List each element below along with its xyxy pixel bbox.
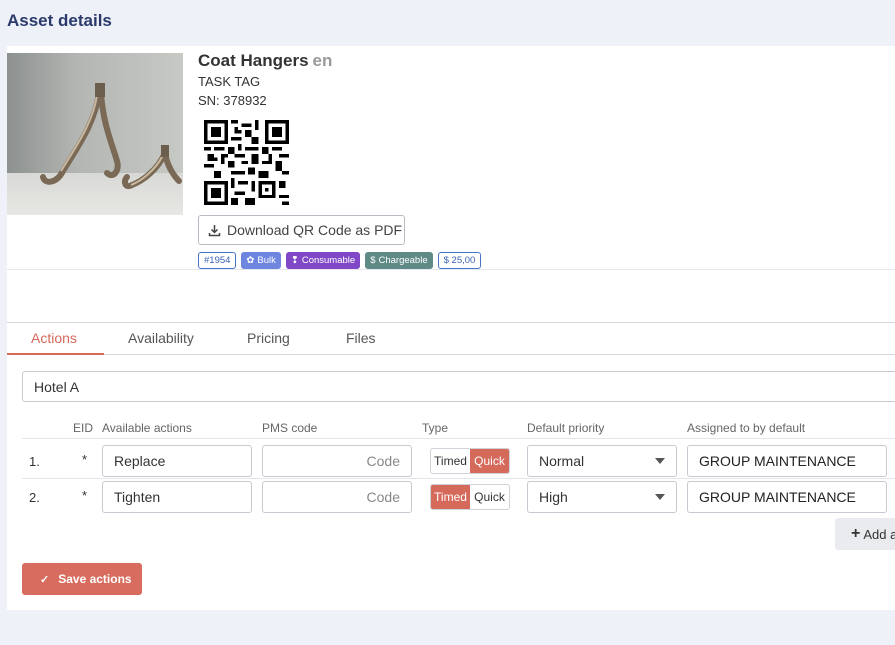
- eid-marker: *: [82, 488, 88, 503]
- priority-select[interactable]: High: [527, 481, 677, 513]
- chevron-down-icon: [655, 494, 665, 500]
- asset-badges: #1954 ✿ Bulk ❢ Consumable $ Chargeable $ 25…: [198, 252, 482, 269]
- asset-name-text: Coat Hangers: [198, 51, 309, 70]
- save-actions-label: Save actions: [58, 572, 132, 586]
- type-timed-option[interactable]: Timed: [431, 485, 470, 509]
- consumable-icon: ❢: [290, 255, 299, 266]
- row-divider: [22, 438, 895, 439]
- priority-value: Normal: [539, 453, 585, 469]
- eid-marker: *: [82, 452, 88, 467]
- priority-value: High: [539, 489, 568, 505]
- download-qr-button[interactable]: Download QR Code as PDF: [198, 215, 405, 245]
- asset-tag: TASK TAG: [198, 74, 261, 89]
- action-name-input[interactable]: Replace: [102, 445, 252, 477]
- type-toggle: Timed Quick: [430, 484, 510, 510]
- price-badge: $ 25,00: [437, 252, 482, 269]
- add-action-button[interactable]: + Add a: [835, 518, 895, 550]
- column-header-eid: EID: [73, 421, 94, 435]
- tab-bar: Actions Availability Pricing Files: [7, 324, 895, 355]
- priority-select[interactable]: Normal: [527, 445, 677, 477]
- divider: [7, 269, 895, 270]
- chargeable-badge: $ Chargeable: [365, 252, 433, 269]
- chevron-down-icon: [655, 458, 665, 464]
- asset-card: Coat Hangers en TASK TAG SN: 378932 Down…: [7, 46, 895, 610]
- bulk-icon: ✿: [246, 255, 255, 266]
- bulk-badge: ✿ Bulk: [241, 252, 281, 269]
- active-tab-indicator: [7, 353, 104, 355]
- chargeable-label: Chargeable: [378, 255, 428, 266]
- tab-availability[interactable]: Availability: [128, 330, 194, 346]
- plus-icon: +: [851, 525, 861, 542]
- language-label: en: [312, 51, 333, 70]
- location-select[interactable]: Hotel A: [22, 371, 895, 402]
- column-header-pms: PMS code: [262, 421, 318, 435]
- column-header-assigned: Assigned to by default: [687, 421, 806, 435]
- tab-actions[interactable]: Actions: [31, 330, 77, 346]
- action-name-input[interactable]: Tighten: [102, 481, 252, 513]
- check-icon: ✓: [40, 573, 50, 586]
- pms-code-input[interactable]: Code: [262, 481, 412, 513]
- row-number: 1.: [29, 454, 40, 469]
- divider: [7, 322, 895, 323]
- column-header-priority: Default priority: [527, 421, 605, 435]
- asset-id-badge: #1954: [198, 252, 237, 269]
- assignee-select[interactable]: GROUP MAINTENANCE: [687, 445, 887, 477]
- dollar-icon: $: [370, 255, 376, 266]
- download-icon: [208, 224, 221, 236]
- tab-files[interactable]: Files: [346, 330, 376, 346]
- row-number: 2.: [29, 490, 40, 505]
- column-header-actions: Available actions: [102, 421, 192, 435]
- type-quick-option[interactable]: Quick: [470, 449, 509, 473]
- qr-code: [204, 120, 289, 205]
- type-timed-option[interactable]: Timed: [431, 449, 470, 473]
- consumable-badge: ❢ Consumable: [285, 252, 361, 269]
- column-header-type: Type: [422, 421, 449, 435]
- row-divider: [22, 478, 895, 479]
- download-qr-label: Download QR Code as PDF: [227, 222, 403, 238]
- tab-pricing[interactable]: Pricing: [247, 330, 290, 346]
- assignee-select[interactable]: GROUP MAINTENANCE: [687, 481, 887, 513]
- consumable-label: Consumable: [301, 255, 356, 266]
- save-actions-button[interactable]: ✓ Save actions: [22, 563, 142, 595]
- add-action-label: Add a: [863, 526, 895, 542]
- bulk-label: Bulk: [257, 255, 276, 266]
- asset-name: Coat Hangers en: [198, 51, 332, 71]
- page-title: Asset details: [7, 11, 112, 30]
- type-quick-option[interactable]: Quick: [470, 485, 509, 509]
- asset-photo: [7, 53, 183, 215]
- pms-code-input[interactable]: Code: [262, 445, 412, 477]
- serial-number: SN: 378932: [198, 93, 267, 108]
- type-toggle: Timed Quick: [430, 448, 510, 474]
